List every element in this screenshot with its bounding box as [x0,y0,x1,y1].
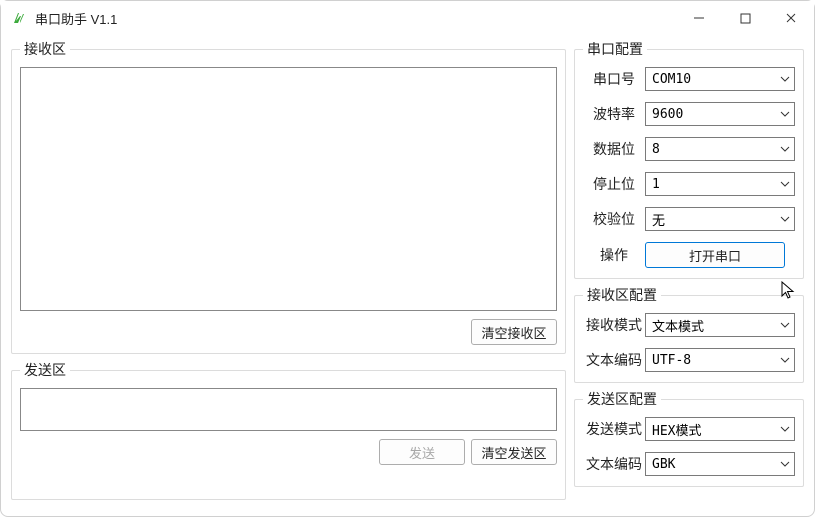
databits-select[interactable]: 8 [645,137,795,161]
chevron-down-icon [780,181,790,187]
chevron-down-icon [780,461,790,467]
action-label: 操作 [583,245,645,265]
databits-label: 数据位 [583,139,645,159]
recv-config-legend: 接收区配置 [583,285,661,305]
send-mode-value: HEX模式 [652,420,701,439]
send-config-group: 发送区配置 发送模式 HEX模式 文本编码 GBK [574,389,804,487]
window-controls [676,1,814,35]
send-button[interactable]: 发送 [379,439,465,465]
stopbits-label: 停止位 [583,174,645,194]
send-textarea[interactable] [21,389,556,427]
parity-label: 校验位 [583,209,645,229]
titlebar: 串口助手 V1.1 [1,1,814,35]
chevron-down-icon [780,216,790,222]
stopbits-value: 1 [652,177,660,192]
clear-send-button[interactable]: 清空发送区 [471,439,557,465]
send-mode-select[interactable]: HEX模式 [645,417,795,441]
send-encoding-label: 文本编码 [583,454,645,474]
app-icon [11,10,27,26]
minimize-button[interactable] [676,1,722,35]
chevron-down-icon [780,357,790,363]
send-encoding-select[interactable]: GBK [645,452,795,476]
receive-legend: 接收区 [20,39,70,59]
recv-mode-value: 文本模式 [652,316,704,335]
port-value: COM10 [652,72,691,87]
recv-encoding-value: UTF-8 [652,353,691,368]
baud-value: 9600 [652,107,683,122]
chevron-down-icon [780,146,790,152]
clear-receive-button[interactable]: 清空接收区 [471,319,557,345]
recv-encoding-label: 文本编码 [583,350,645,370]
recv-config-group: 接收区配置 接收模式 文本模式 文本编码 UTF-8 [574,285,804,383]
recv-mode-label: 接收模式 [583,315,645,335]
port-select[interactable]: COM10 [645,67,795,91]
port-label: 串口号 [583,69,645,89]
receive-textarea-wrap [20,67,557,311]
send-textarea-wrap [20,388,557,431]
parity-select[interactable]: 无 [645,207,795,231]
serial-config-legend: 串口配置 [583,39,647,59]
maximize-button[interactable] [722,1,768,35]
baud-select[interactable]: 9600 [645,102,795,126]
receive-group: 接收区 清空接收区 [11,39,566,354]
close-button[interactable] [768,1,814,35]
send-legend: 发送区 [20,360,70,380]
send-group: 发送区 发送 清空发送区 [11,360,566,500]
chevron-down-icon [780,76,790,82]
chevron-down-icon [780,322,790,328]
recv-mode-select[interactable]: 文本模式 [645,313,795,337]
receive-textarea[interactable] [21,68,556,310]
window-title: 串口助手 V1.1 [35,9,117,28]
parity-value: 无 [652,210,665,229]
open-port-button[interactable]: 打开串口 [645,242,785,268]
baud-label: 波特率 [583,104,645,124]
databits-value: 8 [652,142,660,157]
chevron-down-icon [780,111,790,117]
send-encoding-value: GBK [652,457,675,472]
send-config-legend: 发送区配置 [583,389,661,409]
chevron-down-icon [780,426,790,432]
serial-config-group: 串口配置 串口号 COM10 波特率 9600 数据位 8 [574,39,804,279]
stopbits-select[interactable]: 1 [645,172,795,196]
recv-encoding-select[interactable]: UTF-8 [645,348,795,372]
send-mode-label: 发送模式 [583,419,645,439]
